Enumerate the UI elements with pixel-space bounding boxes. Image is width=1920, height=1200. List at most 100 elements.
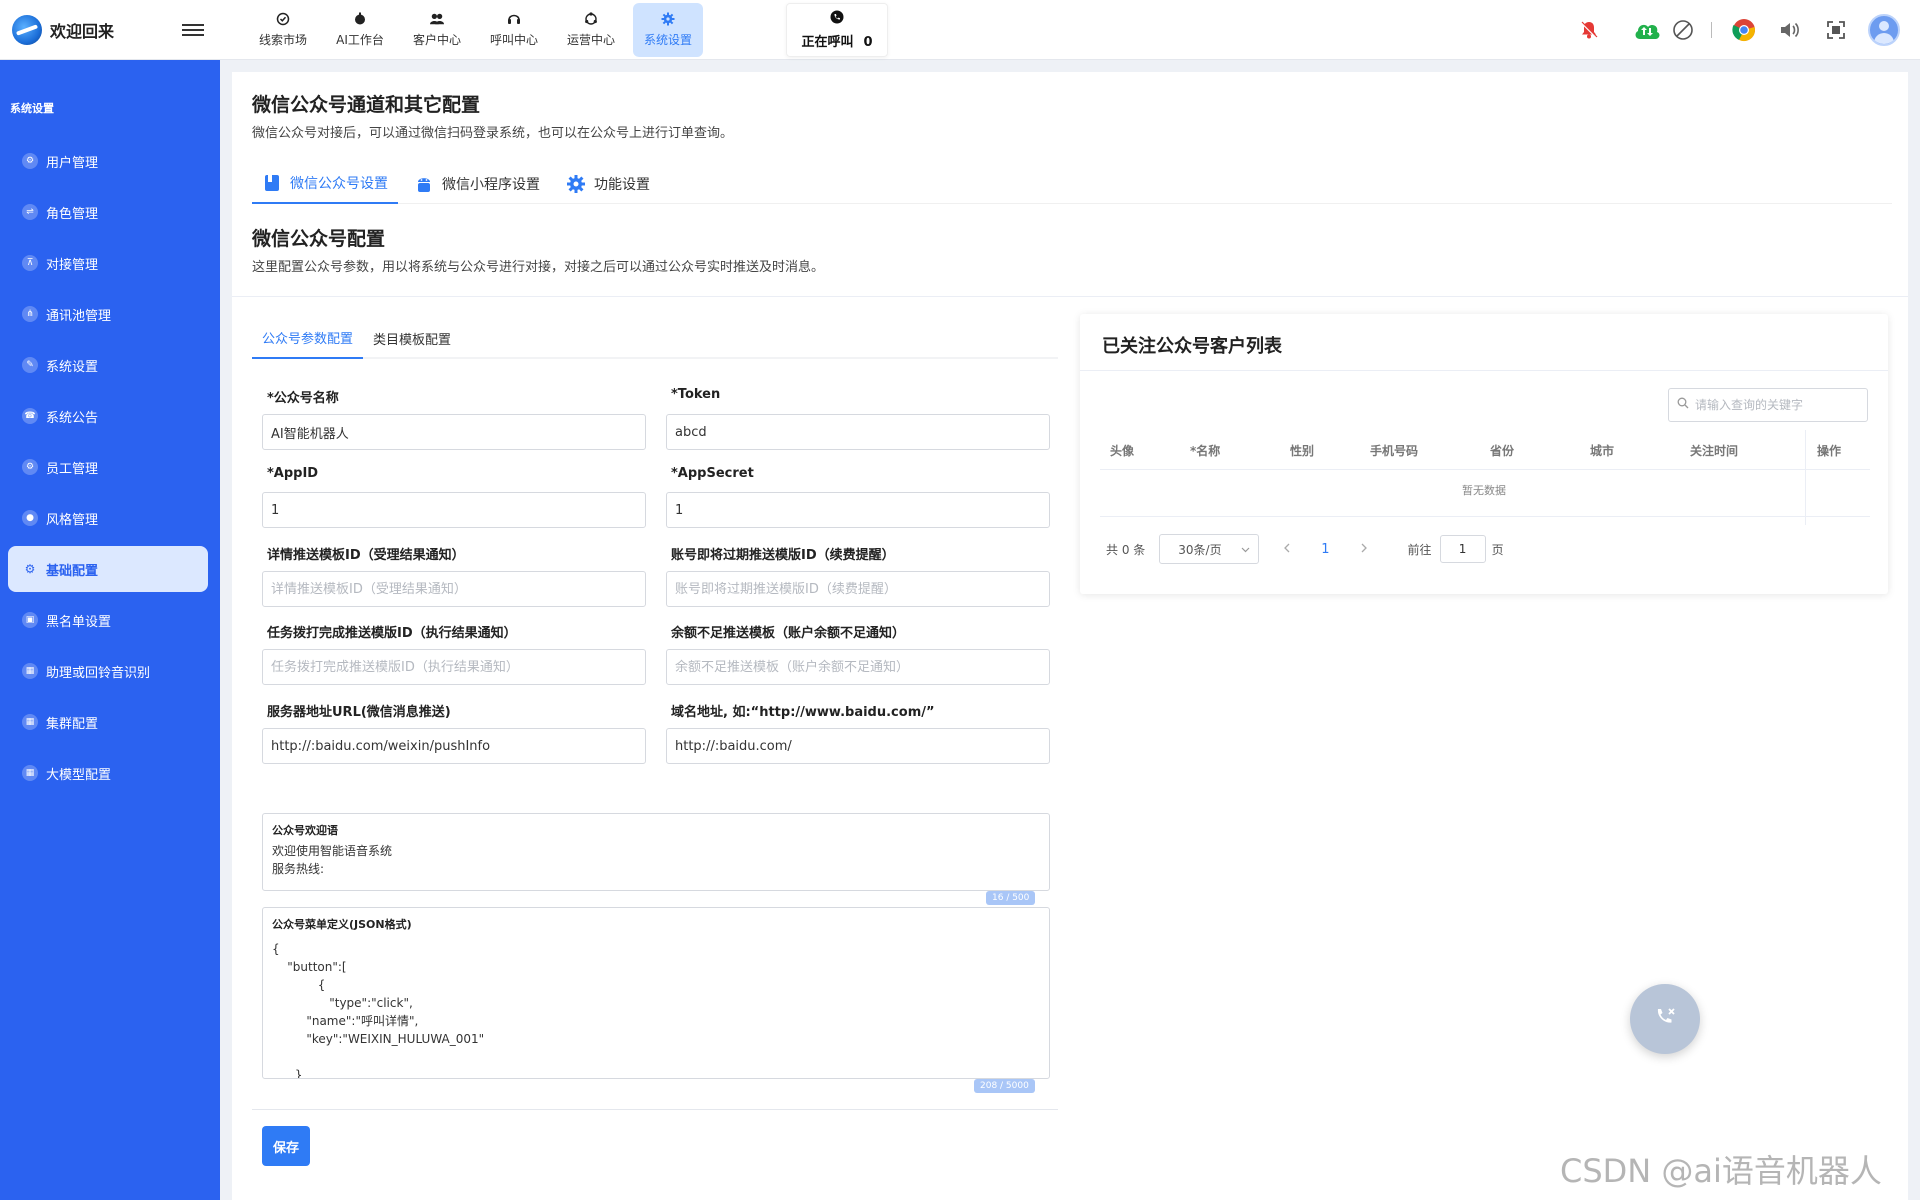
phone-hangup-icon — [1651, 1003, 1679, 1035]
tab-wechat-miniprogram[interactable]: 微信小程序设置 — [404, 164, 550, 204]
chrome-icon[interactable] — [1730, 16, 1758, 44]
section-title: 微信公众号配置 — [252, 228, 386, 250]
sidebar-item-ringtone[interactable]: ▦ 助理或回铃音识别 — [8, 648, 208, 694]
appid-input[interactable] — [262, 492, 646, 528]
sidebar-item-basic-config[interactable]: ⚙ 基础配置 — [8, 546, 208, 592]
chevron-down-icon — [1241, 542, 1250, 556]
menu-json-label: 公众号菜单定义(JSON格式) — [272, 918, 412, 931]
integration-icon: ⊼ — [22, 255, 38, 271]
server-url-input[interactable] — [262, 728, 646, 764]
save-button[interactable]: 保存 — [262, 1126, 310, 1166]
sidebar-item-staff[interactable]: ⚙ 员工管理 — [8, 444, 208, 490]
network-icon: ⋔ — [22, 306, 38, 322]
domain-label: 域名地址, 如:“http://www.baidu.com/” — [671, 705, 935, 720]
detail-template-label: 详情推送模板ID（受理结果通知） — [267, 548, 465, 563]
sidebar-item-system-settings[interactable]: ✎ 系统设置 — [8, 342, 208, 388]
gear-icon: ⚙ — [22, 153, 38, 169]
wrench-icon: ✎ — [22, 357, 38, 373]
detail-template-input[interactable] — [262, 571, 646, 607]
account-name-input[interactable] — [262, 414, 646, 450]
sidebar-item-role-management[interactable]: ⇌ 角色管理 — [8, 189, 208, 235]
menu-toggle-icon[interactable] — [182, 21, 205, 39]
sidebar-item-cluster[interactable]: ▦ 集群配置 — [8, 699, 208, 745]
fullscreen-icon[interactable] — [1822, 16, 1850, 44]
tab-label: 微信公众号设置 — [290, 176, 388, 192]
goto-label: 前往 — [1407, 542, 1432, 557]
balance-template-input[interactable] — [666, 649, 1050, 685]
welcome-textarea[interactable]: 公众号欢迎语 欢迎使用智能语音系统 服务热线: — [262, 813, 1050, 891]
sidebar-item-label: 集群配置 — [46, 716, 99, 732]
prev-page-icon[interactable] — [1283, 542, 1291, 557]
avatar[interactable] — [1868, 14, 1900, 46]
sidebar-item-integration[interactable]: ⊼ 对接管理 — [8, 240, 208, 286]
sidebar-item-label: 系统设置 — [46, 359, 99, 375]
appid-label: *AppID — [267, 466, 319, 481]
followers-table-header: 头像 *名称 性别 手机号码 省份 城市 关注时间 操作 — [1100, 430, 1870, 525]
sidebar-item-blacklist[interactable]: ▣ 黑名单设置 — [8, 597, 208, 643]
goto-page-input[interactable]: 1 — [1439, 535, 1486, 563]
customers-icon — [430, 12, 444, 26]
sidebar-item-style[interactable]: ● 风格管理 — [8, 495, 208, 541]
sidebar-item-label: 员工管理 — [46, 461, 99, 477]
sidebar-item-label: 通讯池管理 — [46, 308, 112, 324]
form-tabs: 公众号参数配置 类目模板配置 — [252, 317, 1058, 359]
topnav-label: 客户中心 — [412, 32, 461, 47]
token-input[interactable] — [666, 414, 1050, 450]
welcome-label: 公众号欢迎语 — [272, 824, 338, 837]
role-icon: ⇌ — [22, 204, 38, 220]
top-header: 欢迎回来 线索市场 AI工作台 客户中心 呼叫中心 运营中心 系统设置 正在呼叫… — [0, 0, 1920, 60]
page-title: 微信公众号通道和其它配置 — [252, 94, 481, 116]
sidebar-item-label: 基础配置 — [46, 563, 99, 579]
grid-icon: ▦ — [22, 663, 38, 679]
tab-account-params[interactable]: 公众号参数配置 — [252, 317, 364, 359]
expire-template-input[interactable] — [666, 571, 1050, 607]
topnav-customer-center[interactable]: 客户中心 — [402, 3, 472, 57]
watermark: CSDN @ai语音机器人 — [1560, 1152, 1882, 1190]
tab-category-templates[interactable]: 类目模板配置 — [363, 317, 461, 359]
phone-icon — [830, 10, 844, 27]
server-url-label: 服务器地址URL(微信消息推送) — [267, 705, 451, 720]
search-input[interactable] — [1695, 398, 1855, 412]
topnav-label: AI工作台 — [336, 32, 384, 47]
topnav-clue-market[interactable]: 线索市场 — [248, 3, 318, 57]
col-follow-time: 关注时间 — [1690, 444, 1739, 458]
next-page-icon[interactable] — [1360, 542, 1368, 557]
pager-total: 共 0 条 — [1106, 542, 1146, 557]
domain-input[interactable] — [666, 728, 1050, 764]
gear-icon — [566, 174, 586, 194]
calling-status[interactable]: 正在呼叫 0 — [786, 2, 888, 57]
topnav-operations-center[interactable]: 运营中心 — [556, 3, 626, 57]
menu-json-textarea[interactable]: 公众号菜单定义(JSON格式) { "button":[ { "type":"c… — [262, 907, 1050, 1079]
tab-wechat-official[interactable]: 微信公众号设置 — [252, 164, 398, 204]
volume-icon[interactable] — [1776, 16, 1804, 44]
page-size-select[interactable]: 30条/页 — [1159, 534, 1260, 564]
sidebar-item-user-management[interactable]: ⚙ 用户管理 — [8, 138, 208, 184]
sidebar: 系统设置 ⚙ 用户管理 ⇌ 角色管理 ⊼ 对接管理 ⋔ 通讯池管理 ✎ 系统设置 ☎ 系统公… — [0, 60, 220, 1200]
bell-off-icon[interactable] — [1575, 16, 1603, 44]
tab-features[interactable]: 功能设置 — [556, 164, 660, 204]
tab-label: 功能设置 — [594, 177, 650, 193]
palette-icon: ● — [22, 510, 38, 526]
topnav-ai-workbench[interactable]: AI工作台 — [325, 3, 395, 57]
sidebar-item-announcement[interactable]: ☎ 系统公告 — [8, 393, 208, 439]
topnav-label: 线索市场 — [258, 32, 307, 47]
cloud-sync-icon[interactable] — [1633, 16, 1661, 44]
sidebar-item-label: 对接管理 — [46, 257, 99, 273]
sidebar-item-llm[interactable]: ▦ 大模型配置 — [8, 750, 208, 796]
divider — [1080, 370, 1888, 371]
disabled-icon[interactable] — [1669, 16, 1697, 44]
sidebar-item-comm-pool[interactable]: ⋔ 通讯池管理 — [8, 291, 208, 337]
expire-template-label: 账号即将过期推送模版ID（续费提醒） — [671, 548, 895, 563]
topnav-call-center[interactable]: 呼叫中心 — [479, 3, 549, 57]
floating-call-button[interactable] — [1630, 984, 1700, 1054]
topnav-system-settings[interactable]: 系统设置 — [633, 2, 703, 57]
followers-search[interactable] — [1668, 388, 1868, 422]
calling-count: 0 — [863, 34, 873, 50]
task-template-input[interactable] — [262, 649, 646, 685]
col-actions: 操作 — [1817, 444, 1842, 458]
header-separator — [1711, 22, 1712, 38]
menu-json-counter: 208 / 5000 — [974, 1079, 1035, 1093]
brand-logo — [12, 14, 42, 45]
appsecret-input[interactable] — [666, 492, 1050, 528]
page-number[interactable]: 1 — [1321, 542, 1329, 557]
